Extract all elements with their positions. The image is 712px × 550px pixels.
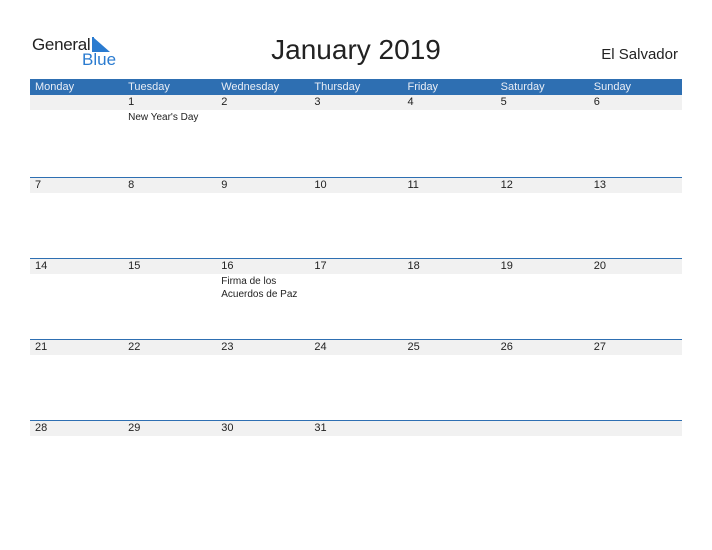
weekday-saturday: Saturday	[500, 81, 545, 93]
day-cell: 1 New Year's Day	[123, 95, 216, 177]
day-cell: 17	[309, 259, 402, 339]
day-cell: 20	[589, 259, 682, 339]
day-number: 2	[221, 96, 228, 108]
day-number	[35, 95, 123, 110]
day-cell: 30	[216, 421, 309, 501]
day-number: 12	[500, 179, 513, 191]
country-label: El Salvador	[601, 46, 678, 63]
day-cell	[403, 421, 496, 501]
day-number: 8	[128, 179, 135, 191]
day-cell: 19	[496, 259, 589, 339]
day-cell: 21	[30, 340, 123, 420]
day-number: 10	[314, 179, 327, 191]
day-cell	[30, 95, 123, 177]
day-number: 25	[407, 341, 420, 353]
day-number: 4	[407, 96, 414, 108]
day-number: 31	[314, 422, 327, 434]
weekday-wednesday: Wednesday	[221, 81, 280, 93]
holiday-event: New Year's Day	[128, 112, 199, 123]
weekday-header: Monday Tuesday Wednesday Thursday Friday…	[30, 79, 682, 95]
day-cell: 22	[123, 340, 216, 420]
week-row: 21 22 23 24 25 26 27	[30, 339, 682, 420]
weekday-thursday: Thursday	[314, 81, 361, 93]
week-row: 1 New Year's Day 2 3 4 5 6	[30, 95, 682, 177]
day-number	[594, 421, 682, 436]
day-cell: 12	[496, 178, 589, 258]
day-number: 5	[500, 96, 507, 108]
week-row: 7 8 9 10 11 12 13	[30, 177, 682, 258]
day-cell: 5	[496, 95, 589, 177]
day-number: 26	[500, 341, 513, 353]
day-cell: 9	[216, 178, 309, 258]
day-number: 28	[35, 422, 48, 434]
day-number: 21	[35, 341, 48, 353]
day-number: 9	[221, 179, 228, 191]
day-number: 3	[314, 96, 321, 108]
day-number	[501, 421, 589, 436]
day-number: 19	[500, 260, 513, 272]
day-cell: 31	[309, 421, 402, 501]
day-cell: 18	[403, 259, 496, 339]
day-number: 23	[221, 341, 234, 353]
day-cell: 14	[30, 259, 123, 339]
weekday-monday: Monday	[35, 81, 75, 93]
day-number: 14	[35, 260, 48, 272]
day-cell: 3	[309, 95, 402, 177]
day-cell: 25	[403, 340, 496, 420]
day-cell	[589, 421, 682, 501]
day-number: 13	[593, 179, 606, 191]
day-cell: 10	[309, 178, 402, 258]
day-cell: 2	[216, 95, 309, 177]
week-row: 14 15 16 Firma de los Acuerdos de Paz 17 18 19…	[30, 258, 682, 339]
day-number: 24	[314, 341, 327, 353]
day-cell: 4	[403, 95, 496, 177]
day-cell: 16 Firma de los Acuerdos de Paz	[216, 259, 309, 339]
day-cell: 13	[589, 178, 682, 258]
day-number: 7	[35, 179, 42, 191]
day-number: 29	[128, 422, 141, 434]
day-number: 27	[593, 341, 606, 353]
week-row: 28 29 30 31	[30, 420, 682, 501]
weekday-tuesday: Tuesday	[128, 81, 170, 93]
day-cell: 29	[123, 421, 216, 501]
day-cell: 7	[30, 178, 123, 258]
day-cell	[496, 421, 589, 501]
day-number: 11	[407, 179, 419, 191]
holiday-event: Firma de los Acuerdos de Paz	[221, 276, 298, 300]
day-number: 17	[314, 260, 327, 272]
day-cell: 24	[309, 340, 402, 420]
day-number: 1	[128, 96, 135, 108]
day-number: 6	[593, 96, 600, 108]
day-cell: 6	[589, 95, 682, 177]
weekday-friday: Friday	[407, 81, 439, 93]
day-cell: 28	[30, 421, 123, 501]
day-cell: 26	[496, 340, 589, 420]
day-number: 22	[128, 341, 141, 353]
day-cell: 15	[123, 259, 216, 339]
day-number: 16	[221, 260, 234, 272]
day-number: 20	[593, 260, 606, 272]
day-number: 30	[221, 422, 234, 434]
weekday-sunday: Sunday	[593, 81, 632, 93]
day-number	[408, 421, 496, 436]
day-cell: 8	[123, 178, 216, 258]
day-cell: 11	[403, 178, 496, 258]
day-cell: 27	[589, 340, 682, 420]
day-number: 18	[407, 260, 420, 272]
day-number: 15	[128, 260, 141, 272]
day-cell: 23	[216, 340, 309, 420]
calendar-grid: Monday Tuesday Wednesday Thursday Friday…	[30, 79, 682, 501]
